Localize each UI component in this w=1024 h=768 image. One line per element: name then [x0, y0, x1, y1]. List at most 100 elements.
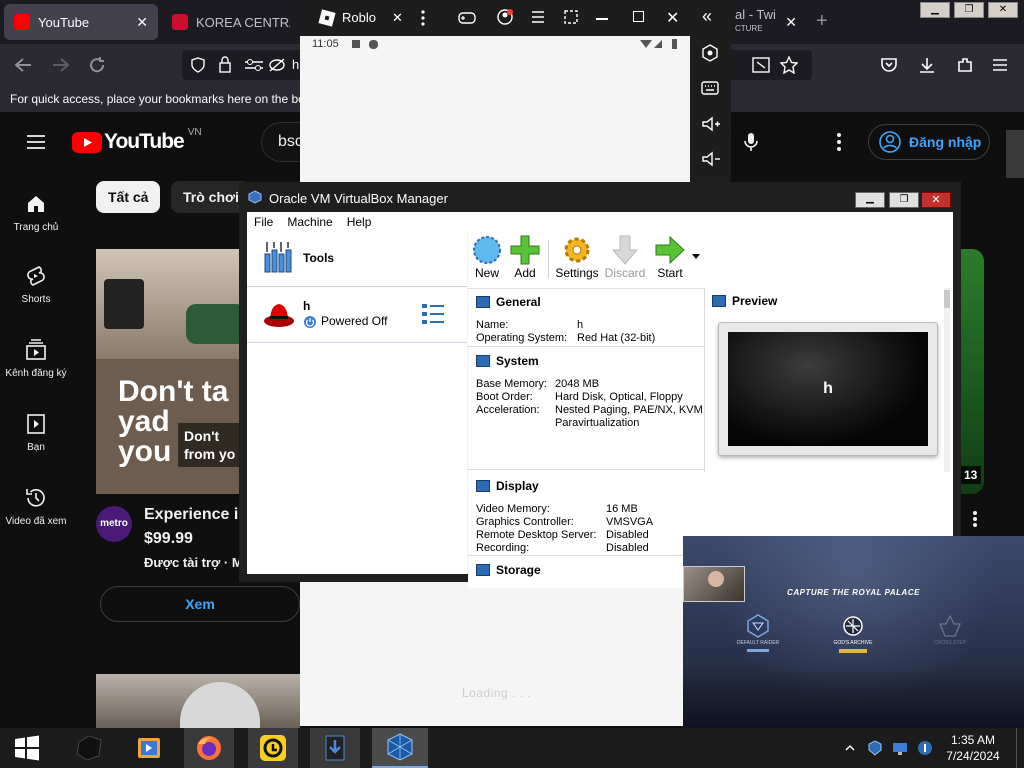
- channel-avatar[interactable]: metro: [96, 506, 132, 542]
- tab-korea-central[interactable]: KOREA CENTRAL T: [162, 4, 300, 40]
- settings-gear-icon: [564, 237, 590, 263]
- emulator-more-icon[interactable]: [421, 9, 425, 27]
- toolbar-discard-button[interactable]: Discard: [602, 234, 648, 280]
- kv-key: Acceleration:: [476, 404, 540, 416]
- network-icon[interactable]: [892, 740, 908, 756]
- team-default-raider[interactable]: DEFAULT RAIDER: [735, 614, 781, 652]
- scrollbar-thumb[interactable]: [944, 290, 950, 308]
- keyboard-icon[interactable]: [701, 81, 719, 95]
- voice-search-button[interactable]: [731, 122, 771, 162]
- vbox-maximize-button[interactable]: ❐: [889, 192, 919, 208]
- ad-thumbnail[interactable]: Don't ta yad you Don't from yo: [96, 249, 246, 494]
- volume-icon[interactable]: [917, 740, 933, 756]
- tab-youtube[interactable]: YouTube ✕: [4, 4, 158, 40]
- shield-icon[interactable]: [190, 57, 206, 73]
- taskbar-anydesk[interactable]: [248, 728, 298, 768]
- right-thumbnail[interactable]: [960, 249, 984, 494]
- section-display-header[interactable]: Display: [476, 479, 539, 493]
- minimize-button[interactable]: ▁: [920, 2, 950, 18]
- taskbar-firefox[interactable]: [184, 728, 234, 768]
- video-more-icon[interactable]: [972, 510, 978, 528]
- tab-twitch[interactable]: al - Twi CTURE ✕: [731, 4, 801, 40]
- scrollbar-thumb[interactable]: [1006, 130, 1024, 178]
- emulator-tab-close-icon[interactable]: ✕: [392, 10, 403, 26]
- toolbar-add-button[interactable]: Add: [506, 234, 544, 280]
- team-gods-archive[interactable]: GOD'S ARCHIVE: [830, 614, 876, 653]
- team-label: CROSS STEP: [933, 640, 967, 646]
- forward-icon[interactable]: [52, 57, 70, 73]
- taskbar-media-player[interactable]: [124, 728, 174, 768]
- permissions-icon[interactable]: [244, 58, 264, 72]
- preview-scrollbar[interactable]: [944, 288, 950, 472]
- volume-up-icon[interactable]: [701, 116, 721, 132]
- pocket-icon[interactable]: [880, 56, 898, 74]
- section-storage-header[interactable]: Storage: [476, 563, 541, 577]
- tray-app-icon[interactable]: [868, 740, 882, 756]
- tracking-blocked-icon[interactable]: [268, 57, 286, 73]
- ad-cta-button[interactable]: Xem: [100, 586, 300, 622]
- ad-title[interactable]: Experience iP: [144, 506, 249, 524]
- reload-icon[interactable]: [88, 56, 106, 74]
- taskbar-app-box[interactable]: [64, 728, 114, 768]
- menu-file[interactable]: File: [247, 212, 280, 232]
- team-cross-step[interactable]: CROSS STEP: [927, 614, 973, 646]
- profile-icon[interactable]: [496, 8, 514, 26]
- lock-icon[interactable]: [218, 56, 232, 73]
- menu-help[interactable]: Help: [340, 212, 379, 232]
- kv-key: Graphics Controller:: [476, 516, 574, 528]
- start-button[interactable]: [2, 728, 52, 768]
- kv-key: Name:: [476, 319, 509, 331]
- start-dropdown-arrow-icon[interactable]: [692, 254, 700, 259]
- vm-details-menu-icon[interactable]: [421, 302, 445, 326]
- vbox-close-button[interactable]: ✕: [921, 192, 951, 208]
- taskbar-downloader[interactable]: [310, 728, 360, 768]
- vm-item-h[interactable]: h Powered Off: [247, 287, 467, 343]
- rotate-icon[interactable]: [701, 44, 719, 62]
- sidebar-item-home[interactable]: Trang chủ: [0, 192, 72, 233]
- sidebar-item-shorts[interactable]: Shorts: [0, 264, 72, 305]
- emulator-menu-icon[interactable]: [531, 11, 545, 23]
- volume-down-icon[interactable]: [701, 151, 721, 167]
- chip-all[interactable]: Tất cả: [96, 181, 161, 213]
- maximize-button[interactable]: ❐: [954, 2, 984, 18]
- tab-close-icon[interactable]: ✕: [136, 14, 148, 31]
- emulator-maximize-button[interactable]: [633, 11, 644, 22]
- tray-overflow-icon[interactable]: [845, 744, 855, 752]
- extensions-icon[interactable]: [956, 56, 974, 74]
- menu-machine[interactable]: Machine: [280, 212, 339, 232]
- sidebar-item-you[interactable]: Bạn: [0, 412, 72, 453]
- bookmark-star-icon[interactable]: [780, 56, 798, 74]
- tab-close-icon[interactable]: ✕: [785, 14, 797, 31]
- sign-in-button[interactable]: Đăng nhập: [868, 124, 990, 160]
- emulator-minimize-button[interactable]: [596, 18, 608, 20]
- back-icon[interactable]: [14, 57, 32, 73]
- section-general-header[interactable]: General: [476, 295, 541, 309]
- next-thumbnail[interactable]: [96, 674, 300, 728]
- resize-icon[interactable]: [564, 10, 578, 24]
- menu-icon[interactable]: [992, 58, 1008, 72]
- gamepad-icon[interactable]: [458, 10, 476, 26]
- sidebar-item-subscriptions[interactable]: Kênh đăng ký: [0, 338, 72, 379]
- close-button[interactable]: ✕: [988, 2, 1018, 18]
- section-preview-header[interactable]: Preview: [712, 294, 777, 308]
- more-options-icon[interactable]: [836, 132, 842, 152]
- emulator-close-button[interactable]: ✕: [666, 8, 679, 28]
- clock[interactable]: 1:35 AM 7/24/2024: [938, 732, 1008, 764]
- vbox-minimize-button[interactable]: ▁: [855, 192, 885, 208]
- tools-item[interactable]: Tools: [247, 232, 467, 286]
- taskbar-virtualbox[interactable]: [372, 728, 428, 768]
- sidebar-item-history[interactable]: Video đã xem: [0, 486, 72, 527]
- toolbar-start-button[interactable]: Start: [650, 234, 690, 280]
- sidebar-label: Bạn: [27, 442, 45, 453]
- hamburger-menu-icon[interactable]: [26, 134, 46, 150]
- game-overlay[interactable]: CAPTURE THE ROYAL PALACE DEFAULT RAIDER …: [683, 536, 1024, 728]
- section-system-header[interactable]: System: [476, 354, 539, 368]
- downloads-icon[interactable]: [918, 56, 936, 74]
- toolbar-settings-button[interactable]: Settings: [554, 234, 600, 280]
- collapse-sidebar-icon[interactable]: «: [702, 6, 712, 27]
- youtube-logo[interactable]: YouTube VN: [72, 127, 202, 154]
- new-tab-button[interactable]: +: [816, 10, 828, 33]
- reader-view-icon[interactable]: [752, 57, 770, 73]
- show-desktop-button[interactable]: [1016, 728, 1024, 768]
- toolbar-new-button[interactable]: New: [468, 234, 506, 280]
